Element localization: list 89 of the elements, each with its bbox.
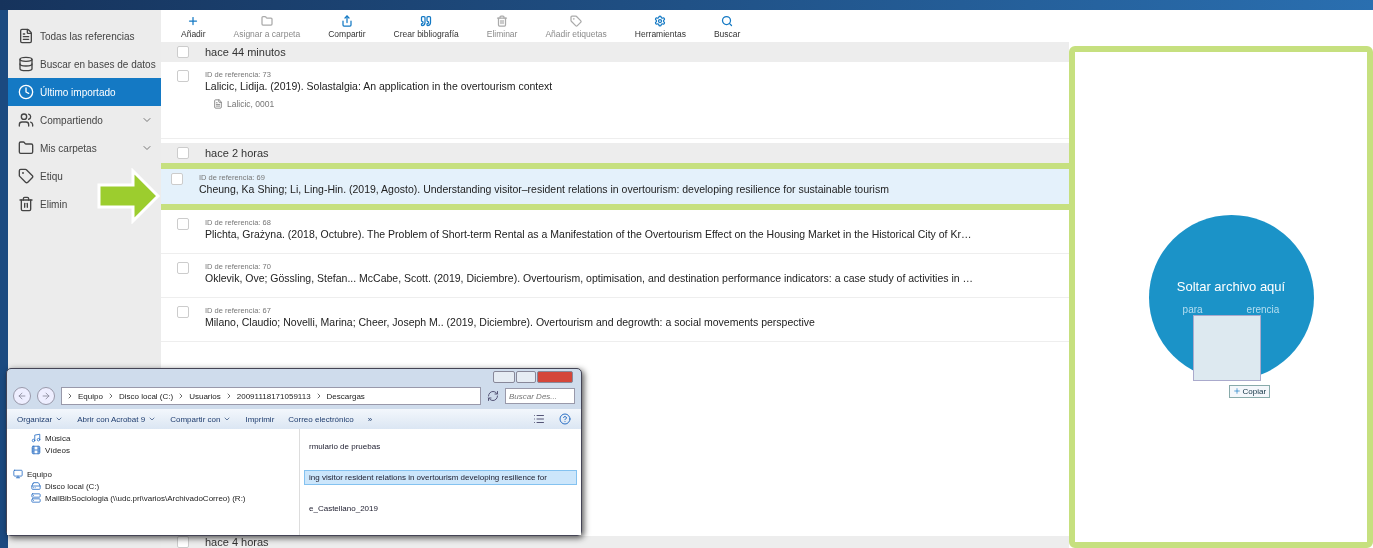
- checkbox[interactable]: [177, 147, 189, 159]
- film-icon: [31, 445, 41, 455]
- drop-title: Soltar archivo aquí: [1176, 279, 1286, 294]
- toolbar-button[interactable]: Herramientas: [620, 15, 700, 42]
- sidebar-item[interactable]: Etiqu: [8, 162, 71, 190]
- clock-icon: [18, 84, 34, 100]
- plus-icon: [187, 15, 200, 27]
- command-button[interactable]: Abrir con Acrobat 9: [77, 414, 157, 424]
- checkbox[interactable]: [177, 306, 189, 318]
- checkbox[interactable]: [177, 262, 189, 274]
- group-title: hace 4 horas: [205, 536, 269, 548]
- back-icon: [17, 391, 27, 401]
- breadcrumb-item[interactable]: Descargas: [326, 391, 365, 401]
- file-item[interactable]: rmulario de pruebas: [304, 439, 577, 454]
- checkbox[interactable]: [177, 536, 189, 548]
- nav-item[interactable]: Música: [31, 433, 293, 443]
- share-icon: [340, 15, 353, 27]
- trash-icon: [18, 196, 34, 212]
- database-icon: [18, 56, 34, 72]
- computer-icon: [13, 469, 23, 479]
- toolbar-button[interactable]: Buscar: [699, 15, 755, 42]
- sidebar-item[interactable]: Último importado: [8, 78, 161, 106]
- sidebar-item[interactable]: Todas las referencias: [8, 22, 143, 50]
- document-icon: [213, 99, 223, 109]
- search-icon: [721, 15, 734, 27]
- breadcrumb-item[interactable]: Equipo: [78, 391, 103, 401]
- nav-item[interactable]: Disco local (C:): [31, 481, 293, 491]
- folder-icon: [18, 140, 34, 156]
- sidebar-item[interactable]: Mis carpetas: [8, 134, 161, 162]
- toolbar-button[interactable]: Añadir: [167, 15, 220, 42]
- nav-item[interactable]: Vídeos: [31, 445, 293, 455]
- checkbox[interactable]: [177, 70, 189, 82]
- trash-icon: [496, 15, 509, 27]
- citation: Cheung, Ka Shing; Li, Ling-Hin. (2019, Agosto). Understanding visitor–resident relations in overtourism: developing resilience for sustainable tourism: [199, 183, 889, 195]
- drop-subtitle: erencia: [1246, 304, 1280, 315]
- tag-icon: [18, 168, 34, 184]
- plus-icon: [1232, 387, 1241, 395]
- citation: Lalicic, Lidija. (2019). Solastalgia: An application in the overtourism context: [205, 80, 553, 92]
- group-title: hace 44 minutos: [205, 46, 286, 58]
- toolbar-button[interactable]: Compartir: [314, 15, 380, 42]
- breadcrumb-item[interactable]: Usuarios: [189, 391, 221, 401]
- toolbar-button[interactable]: Crear bibliografía: [379, 15, 473, 42]
- copy-badge: Copiar: [1228, 384, 1271, 398]
- document-icon: [18, 28, 34, 44]
- file-thumbnail: [1192, 314, 1261, 381]
- people-icon: [18, 112, 34, 128]
- command-button[interactable]: Correo electrónico: [288, 414, 354, 424]
- search-field[interactable]: Buscar Des...: [505, 388, 575, 404]
- maximize-button[interactable]: [516, 371, 536, 383]
- network-drive-icon: [31, 493, 41, 503]
- close-button[interactable]: [537, 371, 573, 383]
- breadcrumb-item[interactable]: 20091118171059113: [236, 391, 311, 401]
- pointer-arrow: [97, 168, 161, 224]
- more-button[interactable]: »: [367, 414, 373, 424]
- sidebar-item[interactable]: Elimin: [8, 190, 76, 218]
- view-icon[interactable]: [533, 413, 545, 425]
- citation: Milano, Claudio; Novelli, Marina; Cheer, Joseph M.. (2019, Diciembre). Overtourism and degrowth: a social movements perspective: [205, 316, 815, 328]
- minimize-button[interactable]: [493, 371, 515, 383]
- back-button[interactable]: [13, 387, 31, 405]
- nav-item[interactable]: Equipo: [13, 469, 293, 479]
- file-item[interactable]: ing visitor resident relations in overtourism developing resilience for: [304, 470, 577, 485]
- settings-icon: [654, 15, 667, 27]
- checkbox[interactable]: [177, 46, 189, 58]
- drive-icon: [31, 481, 41, 491]
- attachment-link[interactable]: Lalicic, 0001: [213, 99, 553, 109]
- tag-icon: [570, 15, 583, 27]
- music-icon: [31, 433, 41, 443]
- citation: Oklevik, Ove; Gössling, Stefan... McCabe, Scott. (2019, Diciembre). Overtourism, optimisation, and destination performance indicators: a case study of activities in …: [205, 272, 973, 284]
- command-button[interactable]: Compartir con: [170, 414, 232, 424]
- checkbox[interactable]: [171, 173, 183, 185]
- folder-icon: [260, 15, 273, 27]
- breadcrumb-item[interactable]: Disco local (C:): [118, 391, 174, 401]
- citation: Plichta, Grażyna. (2018, Octubre). The Problem of Short-term Rental as a Manifestation of the Overtourism Effect on the Housing Market in the Historical City of Kr…: [205, 228, 972, 240]
- quote-icon: [420, 15, 433, 27]
- forward-button[interactable]: [37, 387, 55, 405]
- command-button[interactable]: Imprimir: [245, 414, 275, 424]
- checkbox[interactable]: [177, 218, 189, 230]
- forward-icon: [41, 391, 51, 401]
- chevron-icon: [66, 392, 74, 400]
- group-title: hace 2 horas: [205, 147, 269, 159]
- refresh-icon[interactable]: [487, 390, 499, 402]
- address-bar[interactable]: Equipo Disco local (C:) Usuarios 20091118171059113 Descargas: [61, 387, 481, 405]
- nav-item[interactable]: MailBibSociologia (\\udc.pri\varios\ArchivadoCorreo) (R:): [31, 493, 293, 503]
- sidebar-item[interactable]: Compartiendo: [8, 106, 161, 134]
- command-button[interactable]: Organizar: [17, 414, 64, 424]
- sidebar-item[interactable]: Buscar en bases de datos: [8, 50, 164, 78]
- drop-subtitle: para: [1182, 304, 1203, 315]
- help-icon[interactable]: [559, 413, 571, 425]
- file-item[interactable]: e_Castellano_2019: [304, 501, 577, 516]
